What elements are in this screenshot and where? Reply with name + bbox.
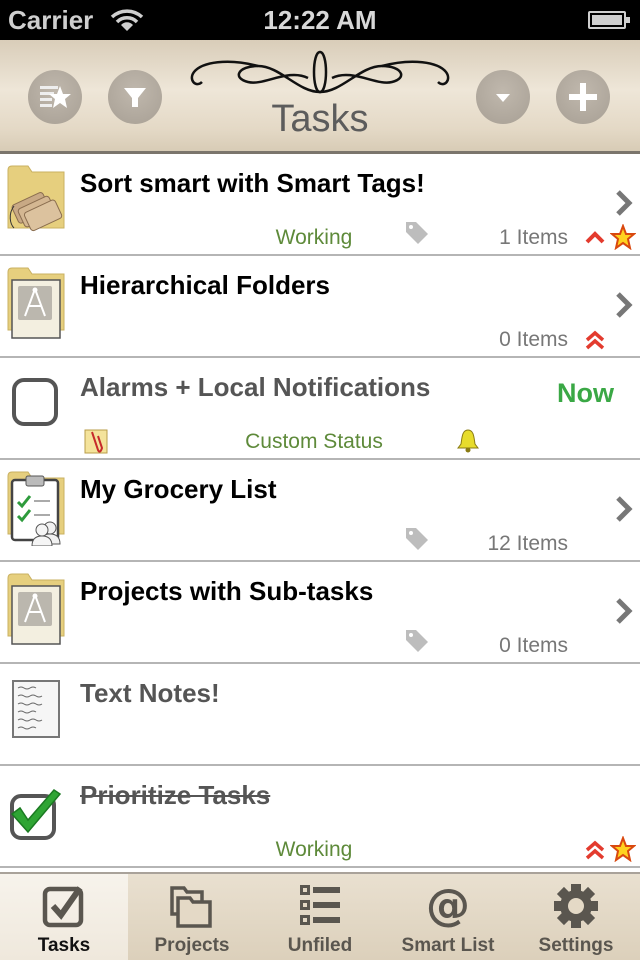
chevron-right-icon[interactable] xyxy=(614,494,634,524)
battery-full-icon xyxy=(588,11,630,29)
attachment-icon xyxy=(84,429,108,454)
folders-icon xyxy=(170,886,212,928)
plus-icon xyxy=(569,83,597,111)
tab-label: Smart List xyxy=(401,935,495,956)
sort-button[interactable] xyxy=(476,70,530,124)
tab-settings[interactable]: Settings xyxy=(512,874,640,960)
list-icon xyxy=(300,885,340,925)
tab-smart-list[interactable]: @ Smart List xyxy=(384,874,512,960)
priority-high-icon xyxy=(585,231,605,244)
checkbox-icon xyxy=(42,886,84,928)
chevron-right-icon[interactable] xyxy=(614,188,634,218)
task-title: Alarms + Local Notifications xyxy=(80,372,431,402)
task-title: Projects with Sub-tasks xyxy=(80,576,374,606)
task-title: My Grocery List xyxy=(80,474,277,504)
bell-icon xyxy=(457,429,479,453)
list-item[interactable]: Hierarchical Folders 0 Items xyxy=(0,256,640,358)
star-icon[interactable] xyxy=(610,836,636,862)
checkbox-checked-icon[interactable] xyxy=(8,786,64,842)
tab-projects[interactable]: Projects xyxy=(128,874,256,960)
gear-icon xyxy=(554,884,598,928)
tag-icon xyxy=(406,630,428,652)
tag-icon xyxy=(406,528,428,550)
navigation-bar: Tasks xyxy=(0,40,640,154)
chevron-right-icon[interactable] xyxy=(614,596,634,626)
list-item[interactable]: My Grocery List 12 Items xyxy=(0,460,640,562)
tab-label: Unfiled xyxy=(287,935,353,956)
list-item[interactable]: Alarms + Local Notifications Now Custom … xyxy=(0,358,640,460)
folder-tags-icon xyxy=(7,165,65,232)
folder-project-icon xyxy=(7,267,65,339)
item-count: 0 Items xyxy=(499,328,568,351)
status-label: Working xyxy=(275,226,353,249)
priority-highest-icon xyxy=(585,840,605,860)
tab-label: Settings xyxy=(538,935,614,956)
due-label: Now xyxy=(557,378,614,408)
task-title: Sort smart with Smart Tags! xyxy=(80,168,425,198)
task-title: Text Notes! xyxy=(80,678,220,708)
list-item[interactable]: Sort smart with Smart Tags! Working 1 It… xyxy=(0,154,640,256)
status-label: Working xyxy=(275,838,353,861)
page-title: Tasks xyxy=(271,98,369,140)
folder-project-icon xyxy=(7,573,65,645)
priority-highest-icon xyxy=(585,330,605,350)
item-count: 12 Items xyxy=(487,532,568,555)
task-title: Hierarchical Folders xyxy=(80,270,330,300)
tab-label: Projects xyxy=(154,935,230,956)
status-bar: Carrier 12:22 AM xyxy=(0,0,640,40)
star-icon[interactable] xyxy=(610,224,636,250)
tag-icon xyxy=(406,222,428,244)
tab-tasks[interactable]: Tasks xyxy=(0,874,128,960)
task-title: Prioritize Tasks xyxy=(80,780,271,810)
clipboard-shared-icon xyxy=(7,471,65,546)
clock: 12:22 AM xyxy=(263,5,377,35)
note-icon xyxy=(12,680,60,738)
tab-label: Tasks xyxy=(37,935,91,956)
task-list: Sort smart with Smart Tags! Working 1 It… xyxy=(0,154,640,868)
item-count: 0 Items xyxy=(499,634,568,657)
at-sign-icon: @ xyxy=(426,882,470,930)
tab-unfiled[interactable]: Unfiled xyxy=(256,874,384,960)
add-button[interactable] xyxy=(556,70,610,124)
status-label: Custom Status xyxy=(245,430,383,453)
svg-text:@: @ xyxy=(426,882,470,930)
list-item[interactable]: Text Notes! xyxy=(0,664,640,766)
list-item[interactable]: Prioritize Tasks Working xyxy=(0,766,640,868)
flourish-ornament xyxy=(190,50,450,94)
chevron-right-icon[interactable] xyxy=(614,290,634,320)
checkbox-empty-icon[interactable] xyxy=(10,376,62,428)
list-item[interactable]: Projects with Sub-tasks 0 Items xyxy=(0,562,640,664)
tab-bar: Tasks Projects Unfiled @ Smart List Sett… xyxy=(0,872,640,960)
item-count: 1 Items xyxy=(499,226,568,249)
chevron-down-icon xyxy=(496,94,510,102)
